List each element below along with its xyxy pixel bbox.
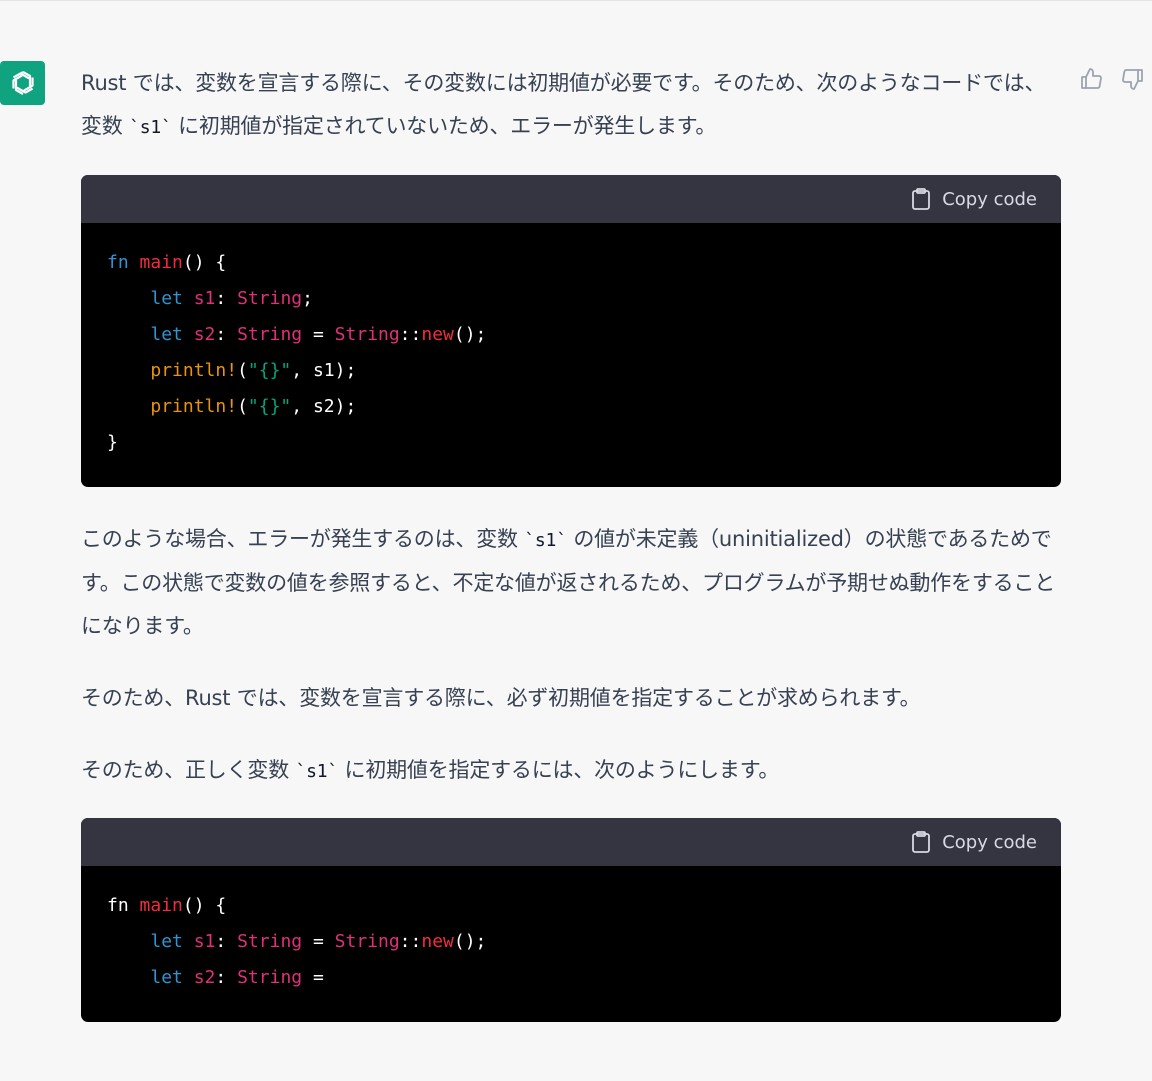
code-token: println! (150, 360, 238, 381)
code-token: String (237, 288, 303, 309)
code-token: s2 (193, 967, 216, 988)
code-line: let s2: String = (107, 960, 1035, 996)
code-line: fn main() { (107, 888, 1035, 924)
code-token: , s1); (291, 360, 357, 381)
code-line: let s2: String = String::new(); (107, 317, 1035, 353)
code-token: let (150, 288, 183, 309)
copy-code-label: Copy code (942, 188, 1037, 210)
code-token: ( (237, 360, 248, 381)
code-token: new (421, 931, 454, 952)
paragraph-fix: そのため、正しく変数 `s1` に初期値を指定するには、次のようにします。 (81, 749, 1061, 793)
code-block-header: Copy code (81, 818, 1061, 866)
paragraph-text: に初期値が指定されていないため、エラーが発生します。 (171, 114, 717, 138)
code-token: "{}" (247, 396, 292, 417)
code-token: :: (399, 931, 422, 952)
code-line: } (107, 425, 1035, 461)
clipboard-icon (912, 831, 931, 853)
code-token: String (334, 931, 400, 952)
inline-code: `s1` (524, 530, 567, 551)
code-token: let (150, 967, 183, 988)
paragraph-text: に初期値を指定するには、次のようにします。 (338, 758, 780, 782)
code-token: , s2); (291, 396, 357, 417)
code-token: ( (237, 396, 248, 417)
openai-logo-icon (11, 71, 34, 95)
code-token: fn (107, 252, 129, 273)
code-token: = (302, 967, 324, 988)
clipboard-icon (912, 188, 931, 210)
code-line: let s1: String = String::new(); (107, 924, 1035, 960)
code-block-2: Copy code fn main() { let s1: String = S… (81, 818, 1061, 1022)
code-token: : (215, 931, 238, 952)
code-token: (); (453, 931, 487, 952)
code-token: s1 (193, 288, 216, 309)
paragraph-intro: Rust では、変数を宣言する際に、その変数には初期値が必要です。そのため、次の… (81, 62, 1061, 149)
code-token: String (334, 324, 400, 345)
code-token: = (302, 931, 335, 952)
code-token: fn (107, 895, 129, 916)
code-token: "{}" (247, 360, 292, 381)
code-line: let s1: String; (107, 281, 1035, 317)
code-token: new (421, 324, 454, 345)
code-line: println!("{}", s2); (107, 389, 1035, 425)
code-token: = (302, 324, 335, 345)
code-token: ; (302, 288, 313, 309)
inline-code: `s1` (295, 761, 339, 782)
code-token: String (237, 324, 303, 345)
paragraph-text: そのため、正しく変数 (81, 758, 296, 782)
code-token: (); (453, 324, 487, 345)
thumbs-up-icon (1081, 68, 1102, 89)
thumbs-down-button[interactable] (1120, 66, 1146, 92)
assistant-message: Rust では、変数を宣言する際に、その変数には初期値が必要です。そのため、次の… (81, 62, 1061, 149)
code-content: fn main() { let s1: String; let s2: Stri… (81, 223, 1061, 485)
code-token: :: (399, 324, 422, 345)
code-content: fn main() { let s1: String = String::new… (81, 866, 1061, 1020)
code-token: let (150, 931, 183, 952)
assistant-avatar (0, 61, 45, 105)
code-token: main (139, 895, 183, 916)
code-token: println! (150, 396, 238, 417)
copy-code-label: Copy code (942, 831, 1037, 853)
top-divider (0, 0, 1152, 1)
code-token: : (215, 288, 238, 309)
code-token: String (237, 931, 303, 952)
paragraph-text: このような場合、エラーが発生するのは、変数 (81, 527, 525, 551)
copy-code-button[interactable]: Copy code (910, 830, 1037, 854)
code-token: () { (182, 895, 227, 916)
paragraph-requirement: そのため、Rust では、変数を宣言する際に、必ず初期値を指定することが求められ… (81, 686, 921, 710)
paragraph-explanation: このような場合、エラーが発生するのは、変数 `s1` の値が未定義（uninit… (81, 518, 1061, 648)
code-token: : (215, 324, 238, 345)
inline-code: `s1` (129, 117, 172, 138)
thumbs-down-icon (1122, 69, 1143, 90)
code-line: fn main() { (107, 245, 1035, 281)
copy-code-button[interactable]: Copy code (910, 187, 1037, 211)
code-token: s1 (193, 931, 216, 952)
code-token: () { (182, 252, 227, 273)
assistant-message-cont: このような場合、エラーが発生するのは、変数 `s1` の値が未定義（uninit… (81, 518, 1061, 793)
thumbs-up-button[interactable] (1078, 66, 1104, 92)
code-token: main (139, 252, 183, 273)
code-token: s2 (193, 324, 216, 345)
code-line: println!("{}", s1); (107, 353, 1035, 389)
code-token: } (107, 432, 118, 453)
code-token: let (150, 324, 183, 345)
code-block-1: Copy code fn main() { let s1: String; le… (81, 175, 1061, 487)
code-token: : (215, 967, 238, 988)
code-block-header: Copy code (81, 175, 1061, 223)
code-token: String (237, 967, 303, 988)
